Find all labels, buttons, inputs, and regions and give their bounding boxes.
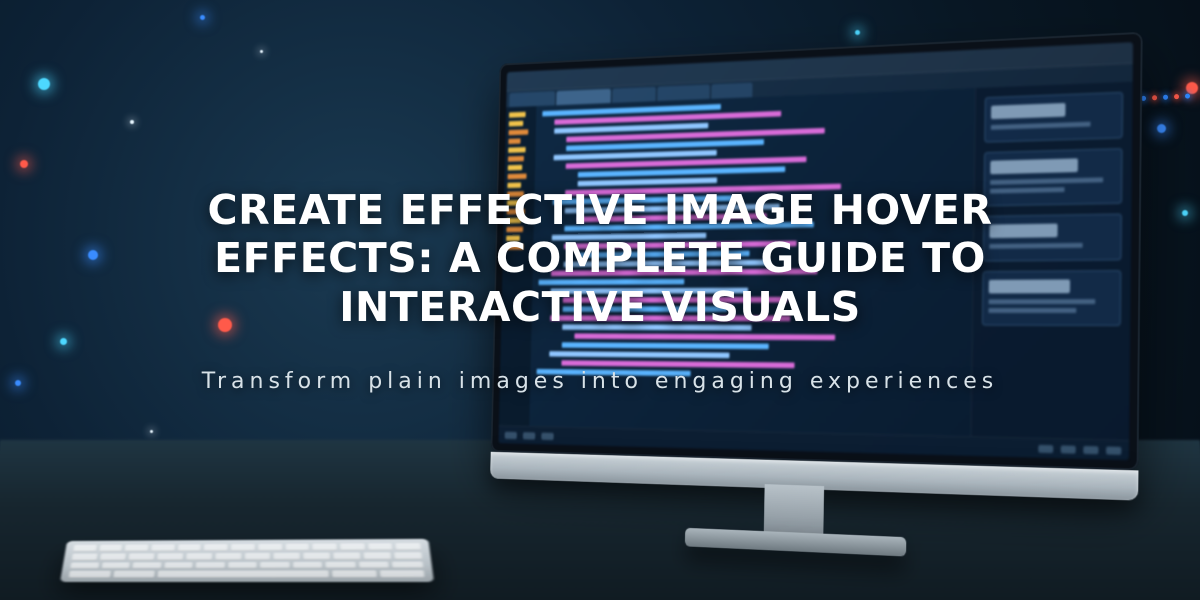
hero-title: CREATE EFFECTIVE IMAGE HOVER EFFECTS: A … [110, 186, 1090, 331]
hero-overlay: CREATE EFFECTIVE IMAGE HOVER EFFECTS: A … [0, 0, 1200, 600]
hero-subtitle: Transform plain images into engaging exp… [202, 369, 998, 394]
